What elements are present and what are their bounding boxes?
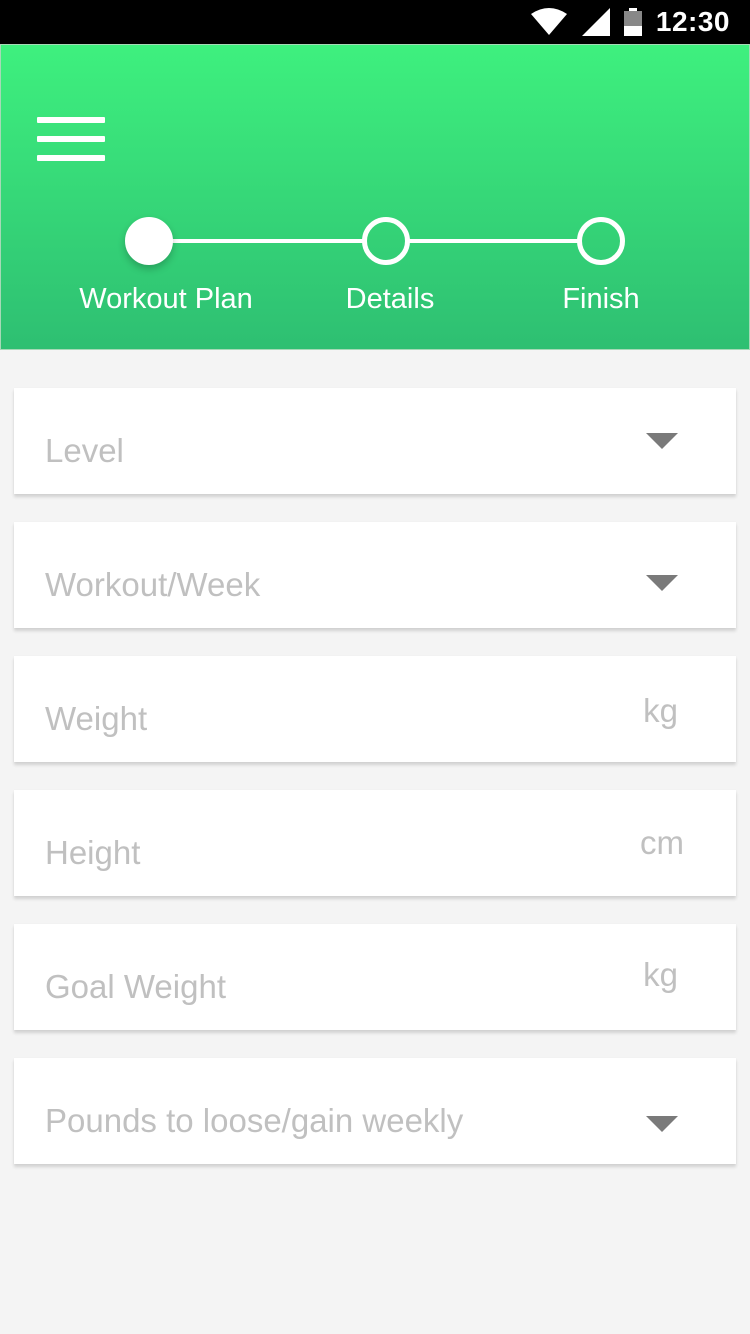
step-connector-1 <box>171 239 363 243</box>
weight-input[interactable]: Weight kg <box>14 656 736 762</box>
step-label-details[interactable]: Details <box>346 283 435 316</box>
step-label-workout-plan[interactable]: Workout Plan <box>79 283 253 316</box>
signal-icon <box>581 8 610 36</box>
height-placeholder: Height <box>45 834 141 871</box>
dropdown-arrow-icon[interactable] <box>646 433 678 449</box>
level-placeholder: Level <box>45 432 124 469</box>
step-connector-2 <box>407 239 579 243</box>
workout-form: Level Workout/Week Weight kg Height cm G… <box>14 388 736 1192</box>
step-dot-workout-plan[interactable] <box>125 217 173 265</box>
workout-week-dropdown[interactable]: Workout/Week <box>14 522 736 628</box>
level-dropdown[interactable]: Level <box>14 388 736 494</box>
goal-weight-placeholder: Goal Weight <box>45 968 226 1005</box>
wifi-icon <box>530 8 568 36</box>
status-time: 12:30 <box>655 6 730 37</box>
weight-placeholder: Weight <box>45 700 148 737</box>
height-unit-label: cm <box>640 824 684 861</box>
goal-weight-unit-label: kg <box>643 956 678 993</box>
stepper: Workout Plan Details Finish <box>1 45 750 351</box>
battery-icon <box>623 8 642 36</box>
workout-week-placeholder: Workout/Week <box>45 566 261 603</box>
header: Workout Plan Details Finish <box>0 44 750 350</box>
step-dot-details[interactable] <box>362 217 410 265</box>
pounds-weekly-placeholder: Pounds to loose/gain weekly <box>45 1102 464 1139</box>
status-icons: 12:30 <box>530 6 730 38</box>
dropdown-arrow-icon[interactable] <box>646 575 678 591</box>
status-bar: 12:30 <box>0 0 750 44</box>
weight-unit-label: kg <box>643 692 678 729</box>
height-input[interactable]: Height cm <box>14 790 736 896</box>
goal-weight-input[interactable]: Goal Weight kg <box>14 924 736 1030</box>
dropdown-arrow-icon[interactable] <box>646 1116 678 1132</box>
step-label-finish[interactable]: Finish <box>562 283 639 316</box>
step-dot-finish[interactable] <box>577 217 625 265</box>
pounds-weekly-dropdown[interactable]: Pounds to loose/gain weekly <box>14 1058 736 1164</box>
